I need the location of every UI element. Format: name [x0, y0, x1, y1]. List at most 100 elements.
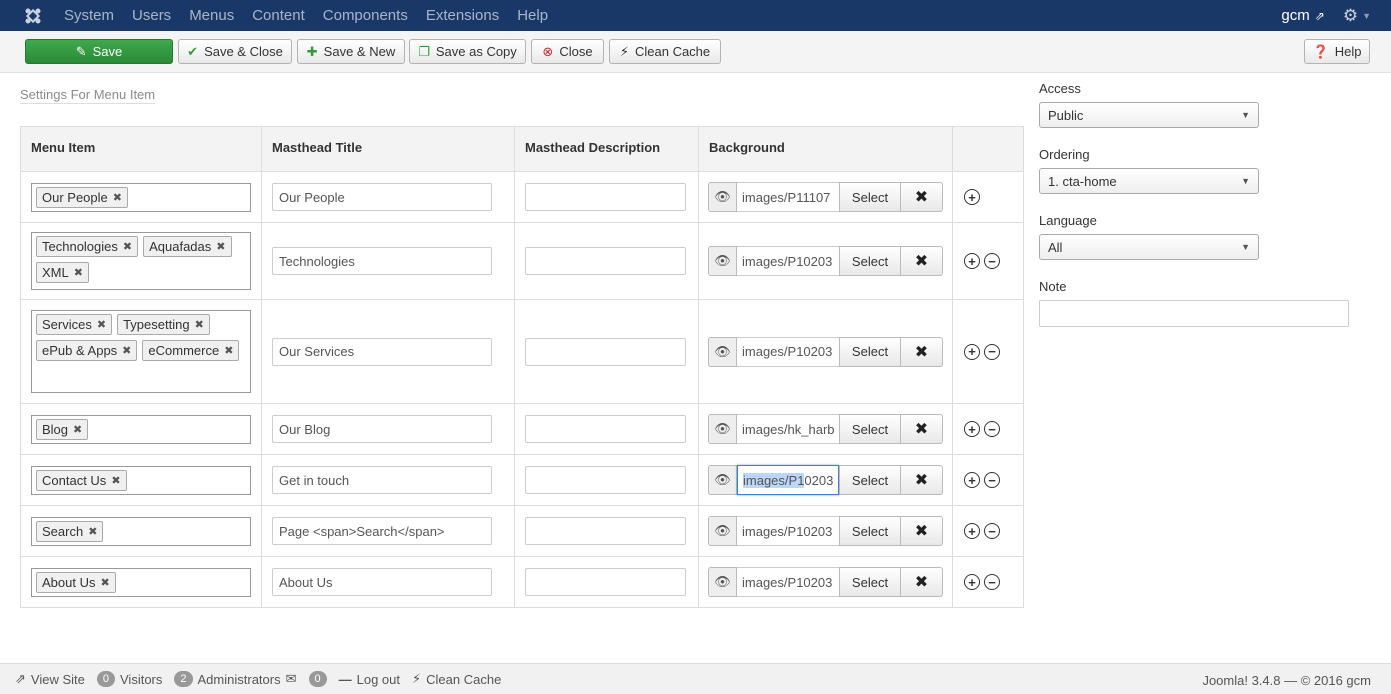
menu-components[interactable]: Components: [314, 0, 417, 31]
masthead-description-input[interactable]: [525, 415, 686, 443]
menu-item-tag-input[interactable]: About Us ✖: [31, 567, 251, 597]
background-path-input[interactable]: images/P10203: [737, 246, 839, 276]
remove-row-icon[interactable]: −: [984, 472, 1000, 488]
background-path-input[interactable]: images/P10203: [737, 567, 839, 597]
clear-icon[interactable]: ✖: [901, 567, 943, 597]
menu-item-tag-input[interactable]: Blog ✖: [31, 414, 251, 444]
save-button[interactable]: ✎ Save: [25, 39, 173, 64]
menu-item-tag-input[interactable]: Contact Us ✖: [31, 465, 251, 495]
masthead-description-input[interactable]: [525, 247, 686, 275]
background-path-input[interactable]: images/P11107: [737, 182, 839, 212]
clear-icon[interactable]: ✖: [901, 182, 943, 212]
masthead-description-input[interactable]: [525, 568, 686, 596]
select-button[interactable]: Select: [839, 182, 901, 212]
masthead-description-input[interactable]: [525, 183, 686, 211]
eye-icon[interactable]: 👁: [708, 414, 737, 444]
select-button[interactable]: Select: [839, 246, 901, 276]
masthead-title-input[interactable]: Get in touch: [272, 466, 492, 494]
remove-row-icon[interactable]: −: [984, 343, 1000, 360]
messages-status[interactable]: 0: [308, 671, 327, 687]
remove-row-icon[interactable]: −: [984, 421, 1000, 437]
select-button[interactable]: Select: [839, 336, 901, 367]
remove-row-icon[interactable]: −: [984, 574, 1000, 590]
menu-item-tag-input[interactable]: Technologies ✖ Aquafadas ✖ XML ✖: [31, 232, 251, 290]
view-site-link[interactable]: ⇗ View Site: [15, 671, 85, 687]
select-button[interactable]: Select: [839, 414, 901, 444]
ordering-select[interactable]: 1. cta-home ▼: [1039, 168, 1259, 194]
language-select[interactable]: All ▼: [1039, 234, 1259, 260]
add-row-icon[interactable]: +: [964, 421, 980, 437]
add-row-icon[interactable]: +: [964, 472, 980, 488]
masthead-title-input[interactable]: Our Blog: [272, 415, 492, 443]
menu-content[interactable]: Content: [243, 0, 314, 31]
menu-help[interactable]: Help: [508, 0, 557, 31]
add-row-icon[interactable]: +: [964, 523, 980, 539]
add-row-icon[interactable]: +: [964, 189, 980, 205]
select-button[interactable]: Select: [839, 465, 901, 495]
menu-users[interactable]: Users: [123, 0, 180, 31]
eye-icon[interactable]: 👁: [708, 465, 737, 495]
remove-row-icon[interactable]: −: [984, 523, 1000, 539]
background-path-input[interactable]: images/P10203: [737, 516, 839, 546]
save-new-button[interactable]: ✚ Save & New: [297, 39, 405, 64]
clear-icon[interactable]: ✖: [901, 516, 943, 546]
add-row-icon[interactable]: +: [964, 343, 980, 360]
menu-item-tag-input[interactable]: Services ✖ Typesetting ✖ ePub & Apps ✖ eCom…: [31, 310, 251, 393]
select-button[interactable]: Select: [839, 567, 901, 597]
remove-tag-icon[interactable]: ✖: [97, 318, 106, 331]
masthead-title-input[interactable]: Our People: [272, 183, 492, 211]
remove-tag-icon[interactable]: ✖: [224, 344, 233, 357]
logout-link[interactable]: — Log out: [339, 672, 400, 687]
close-button[interactable]: ⊗ Close: [531, 39, 604, 64]
clear-icon[interactable]: ✖: [901, 414, 943, 444]
background-path-input[interactable]: images/P10203: [737, 336, 839, 367]
save-copy-button[interactable]: ❐ Save as Copy: [409, 39, 526, 64]
background-path-input[interactable]: images/P10203: [737, 465, 839, 495]
remove-tag-icon[interactable]: ✖: [195, 318, 204, 331]
eye-icon[interactable]: 👁: [708, 182, 737, 212]
remove-row-icon[interactable]: −: [984, 253, 1000, 269]
menu-menus[interactable]: Menus: [180, 0, 243, 31]
eye-icon[interactable]: 👁: [708, 336, 737, 367]
user-menu[interactable]: ⚙ ▼: [1343, 6, 1371, 26]
remove-tag-icon[interactable]: ✖: [123, 240, 132, 253]
remove-tag-icon[interactable]: ✖: [73, 423, 82, 436]
remove-tag-icon[interactable]: ✖: [74, 266, 83, 279]
remove-tag-icon[interactable]: ✖: [113, 191, 122, 204]
menu-item-tag-input[interactable]: Search ✖: [31, 516, 251, 546]
access-select[interactable]: Public ▼: [1039, 102, 1259, 128]
envelope-icon[interactable]: ✉: [286, 671, 297, 687]
clean-cache-link[interactable]: ⚡ Clean Cache: [412, 671, 501, 687]
add-row-icon[interactable]: +: [964, 574, 980, 590]
joomla-logo-icon[interactable]: [23, 6, 43, 26]
clear-icon[interactable]: ✖: [901, 465, 943, 495]
masthead-title-input[interactable]: About Us: [272, 568, 492, 596]
add-row-icon[interactable]: +: [964, 253, 980, 269]
masthead-description-input[interactable]: [525, 517, 686, 545]
select-button[interactable]: Select: [839, 516, 901, 546]
remove-tag-icon[interactable]: ✖: [88, 525, 97, 538]
help-button[interactable]: ❓ Help: [1304, 39, 1370, 64]
eye-icon[interactable]: 👁: [708, 516, 737, 546]
menu-item-tag-input[interactable]: Our People ✖: [31, 182, 251, 212]
note-input[interactable]: [1039, 300, 1349, 327]
site-link[interactable]: gcm ⇗: [1281, 7, 1324, 24]
menu-system[interactable]: System: [55, 0, 123, 31]
background-path-input[interactable]: images/hk_harb: [737, 414, 839, 444]
masthead-description-input[interactable]: [525, 466, 686, 494]
clean-cache-button[interactable]: ⚡ Clean Cache: [609, 39, 721, 64]
masthead-description-input[interactable]: [525, 337, 686, 366]
clear-icon[interactable]: ✖: [901, 246, 943, 276]
eye-icon[interactable]: 👁: [708, 246, 737, 276]
remove-tag-icon[interactable]: ✖: [100, 576, 109, 589]
remove-tag-icon[interactable]: ✖: [111, 474, 120, 487]
menu-extensions[interactable]: Extensions: [417, 0, 508, 31]
masthead-title-input[interactable]: Technologies: [272, 247, 492, 275]
masthead-title-input[interactable]: Our Services: [272, 337, 492, 366]
eye-icon[interactable]: 👁: [708, 567, 737, 597]
save-close-button[interactable]: ✔ Save & Close: [178, 39, 292, 64]
remove-tag-icon[interactable]: ✖: [216, 240, 225, 253]
masthead-title-input[interactable]: Page <span>Search</span>: [272, 517, 492, 545]
clear-icon[interactable]: ✖: [901, 336, 943, 367]
remove-tag-icon[interactable]: ✖: [122, 344, 131, 357]
